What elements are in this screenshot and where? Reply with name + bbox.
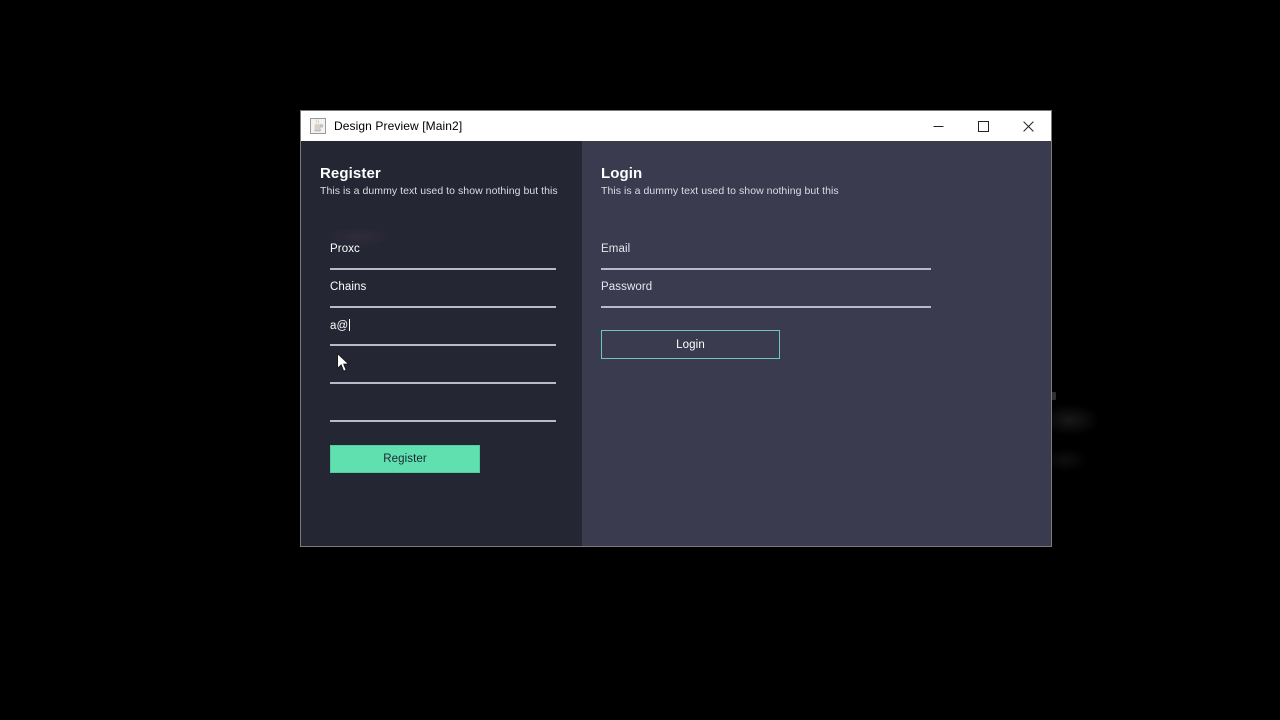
register-panel: Register This is a dummy text used to sh… — [301, 141, 582, 546]
register-lastname-field[interactable]: Chains — [330, 270, 556, 308]
register-panel-header: Register This is a dummy text used to sh… — [320, 165, 582, 198]
login-email-field[interactable]: Email — [601, 232, 931, 270]
register-password-field[interactable] — [330, 346, 556, 384]
register-lastname-value: Chains — [330, 281, 367, 293]
design-preview-window: Design Preview [Main2] Register This is … — [300, 110, 1052, 547]
login-fields: Email Password — [601, 232, 931, 308]
register-subtitle: This is a dummy text used to show nothin… — [320, 185, 558, 197]
login-submit-button[interactable]: Login — [601, 330, 780, 359]
login-password-placeholder: Password — [601, 281, 653, 293]
register-email-field[interactable]: a@ — [330, 308, 556, 346]
register-title: Register — [320, 165, 381, 182]
login-title: Login — [601, 165, 643, 182]
close-button[interactable] — [1006, 111, 1051, 141]
register-submit-button[interactable]: Register — [330, 445, 480, 473]
desktop-background: Design Preview [Main2] Register This is … — [0, 0, 1280, 720]
maximize-button[interactable] — [961, 111, 1006, 141]
window-titlebar[interactable]: Design Preview [Main2] — [301, 111, 1051, 141]
minimize-button[interactable] — [916, 111, 961, 141]
text-caret — [349, 319, 351, 331]
login-panel: Login This is a dummy text used to show … — [582, 141, 1051, 546]
login-panel-header: Login This is a dummy text used to show … — [601, 165, 1051, 198]
java-coffee-cup-icon — [310, 118, 326, 134]
login-subtitle: This is a dummy text used to show nothin… — [601, 185, 839, 197]
register-fields: Proxc Chains a@ — [330, 232, 556, 422]
app-body: Register This is a dummy text used to sh… — [301, 141, 1051, 546]
login-email-placeholder: Email — [601, 243, 631, 255]
register-firstname-value: Proxc — [330, 243, 360, 255]
register-confirm-password-field[interactable] — [330, 384, 556, 422]
window-controls — [916, 111, 1051, 141]
register-email-value: a@ — [330, 319, 351, 332]
window-title: Design Preview [Main2] — [334, 119, 463, 133]
register-firstname-field[interactable]: Proxc — [330, 232, 556, 270]
login-password-field[interactable]: Password — [601, 270, 931, 308]
